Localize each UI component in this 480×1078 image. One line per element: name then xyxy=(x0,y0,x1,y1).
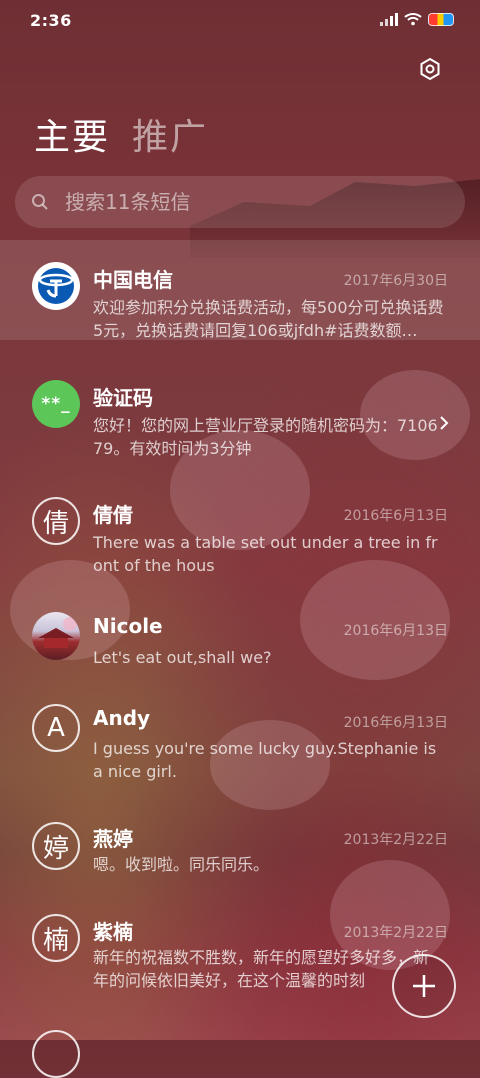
contact-name: 验证码 xyxy=(93,386,153,410)
verification-code-avatar: **_ xyxy=(32,380,80,428)
tab-bar: 主要 推广 xyxy=(34,108,208,160)
message-preview: I guess you're some lucky guy.Stephanie … xyxy=(93,739,437,781)
conversation-item[interactable]: 倩 倩倩 2016年6月13日 There was a table set ou… xyxy=(0,475,480,575)
signal-icon xyxy=(380,12,398,26)
message-date: 2016年6月13日 xyxy=(343,508,448,524)
tab-promotion[interactable]: 推广 xyxy=(132,108,208,160)
contact-avatar: 婷 xyxy=(32,822,80,870)
chevron-right-icon xyxy=(440,416,449,430)
conversation-item[interactable] xyxy=(0,1028,480,1078)
plus-icon xyxy=(413,975,435,997)
china-telecom-logo-icon xyxy=(32,262,80,310)
status-icons xyxy=(380,12,454,26)
message-preview: 新年的祝福数不胜数，新年的愿望好多好多，新年的问候依旧美好，在这个温馨的时刻 xyxy=(93,948,430,990)
conversation-item[interactable]: 中国电信 2017年6月30日 欢迎参加积分兑换话费活动，每500分可兑换话费5… xyxy=(0,240,480,340)
contact-photo-avatar xyxy=(32,612,80,660)
wifi-icon xyxy=(404,13,422,26)
status-time: 2:36 xyxy=(30,11,72,30)
contact-name: Andy xyxy=(93,706,151,730)
contact-name: 燕婷 xyxy=(93,827,133,851)
message-date: 2017年6月30日 xyxy=(343,273,448,289)
conversation-item[interactable]: A Andy 2016年6月13日 I guess you're some lu… xyxy=(0,700,480,800)
conversation-item[interactable]: **_ 验证码 您好！您的网上营业厅登录的随机密码为：710679。有效时间为3… xyxy=(0,358,480,458)
contact-avatar: 楠 xyxy=(32,914,80,962)
search-input[interactable] xyxy=(63,189,427,215)
new-message-button[interactable] xyxy=(392,954,456,1018)
battery-icon xyxy=(428,12,454,26)
conversation-item[interactable]: 婷 燕婷 2013年2月22日 嗯。收到啦。同乐同乐。 xyxy=(0,818,480,908)
message-date: 2016年6月13日 xyxy=(343,715,448,731)
gear-icon xyxy=(420,57,440,81)
message-preview: 欢迎参加积分兑换话费活动，每500分可兑换话费5元，兑换话费请回复106或jfd… xyxy=(93,298,444,340)
message-date: 2013年2月22日 xyxy=(343,925,448,941)
message-preview: Let's eat out,shall we? xyxy=(93,648,272,667)
search-bar[interactable] xyxy=(15,176,465,228)
message-preview: 您好！您的网上营业厅登录的随机密码为：710679。有效时间为3分钟 xyxy=(93,416,438,458)
contact-avatar xyxy=(32,1030,80,1078)
contact-name: 紫楠 xyxy=(93,920,133,944)
contact-avatar: 倩 xyxy=(32,497,80,545)
message-date: 2016年6月13日 xyxy=(343,623,448,639)
status-bar: 2:36 xyxy=(0,0,480,42)
search-icon xyxy=(32,194,48,210)
contact-name: 倩倩 xyxy=(93,503,133,527)
message-date: 2013年2月22日 xyxy=(343,832,448,848)
conversation-item[interactable]: Nicole 2016年6月13日 Let's eat out,shall we… xyxy=(0,592,480,682)
contact-name: 中国电信 xyxy=(93,268,173,292)
contact-name: Nicole xyxy=(93,614,163,638)
message-preview: 嗯。收到啦。同乐同乐。 xyxy=(93,855,270,874)
tab-main[interactable]: 主要 xyxy=(34,108,110,160)
message-preview: There was a table set out under a tree i… xyxy=(93,533,438,575)
settings-button[interactable] xyxy=(418,57,442,81)
contact-avatar: A xyxy=(32,704,80,752)
